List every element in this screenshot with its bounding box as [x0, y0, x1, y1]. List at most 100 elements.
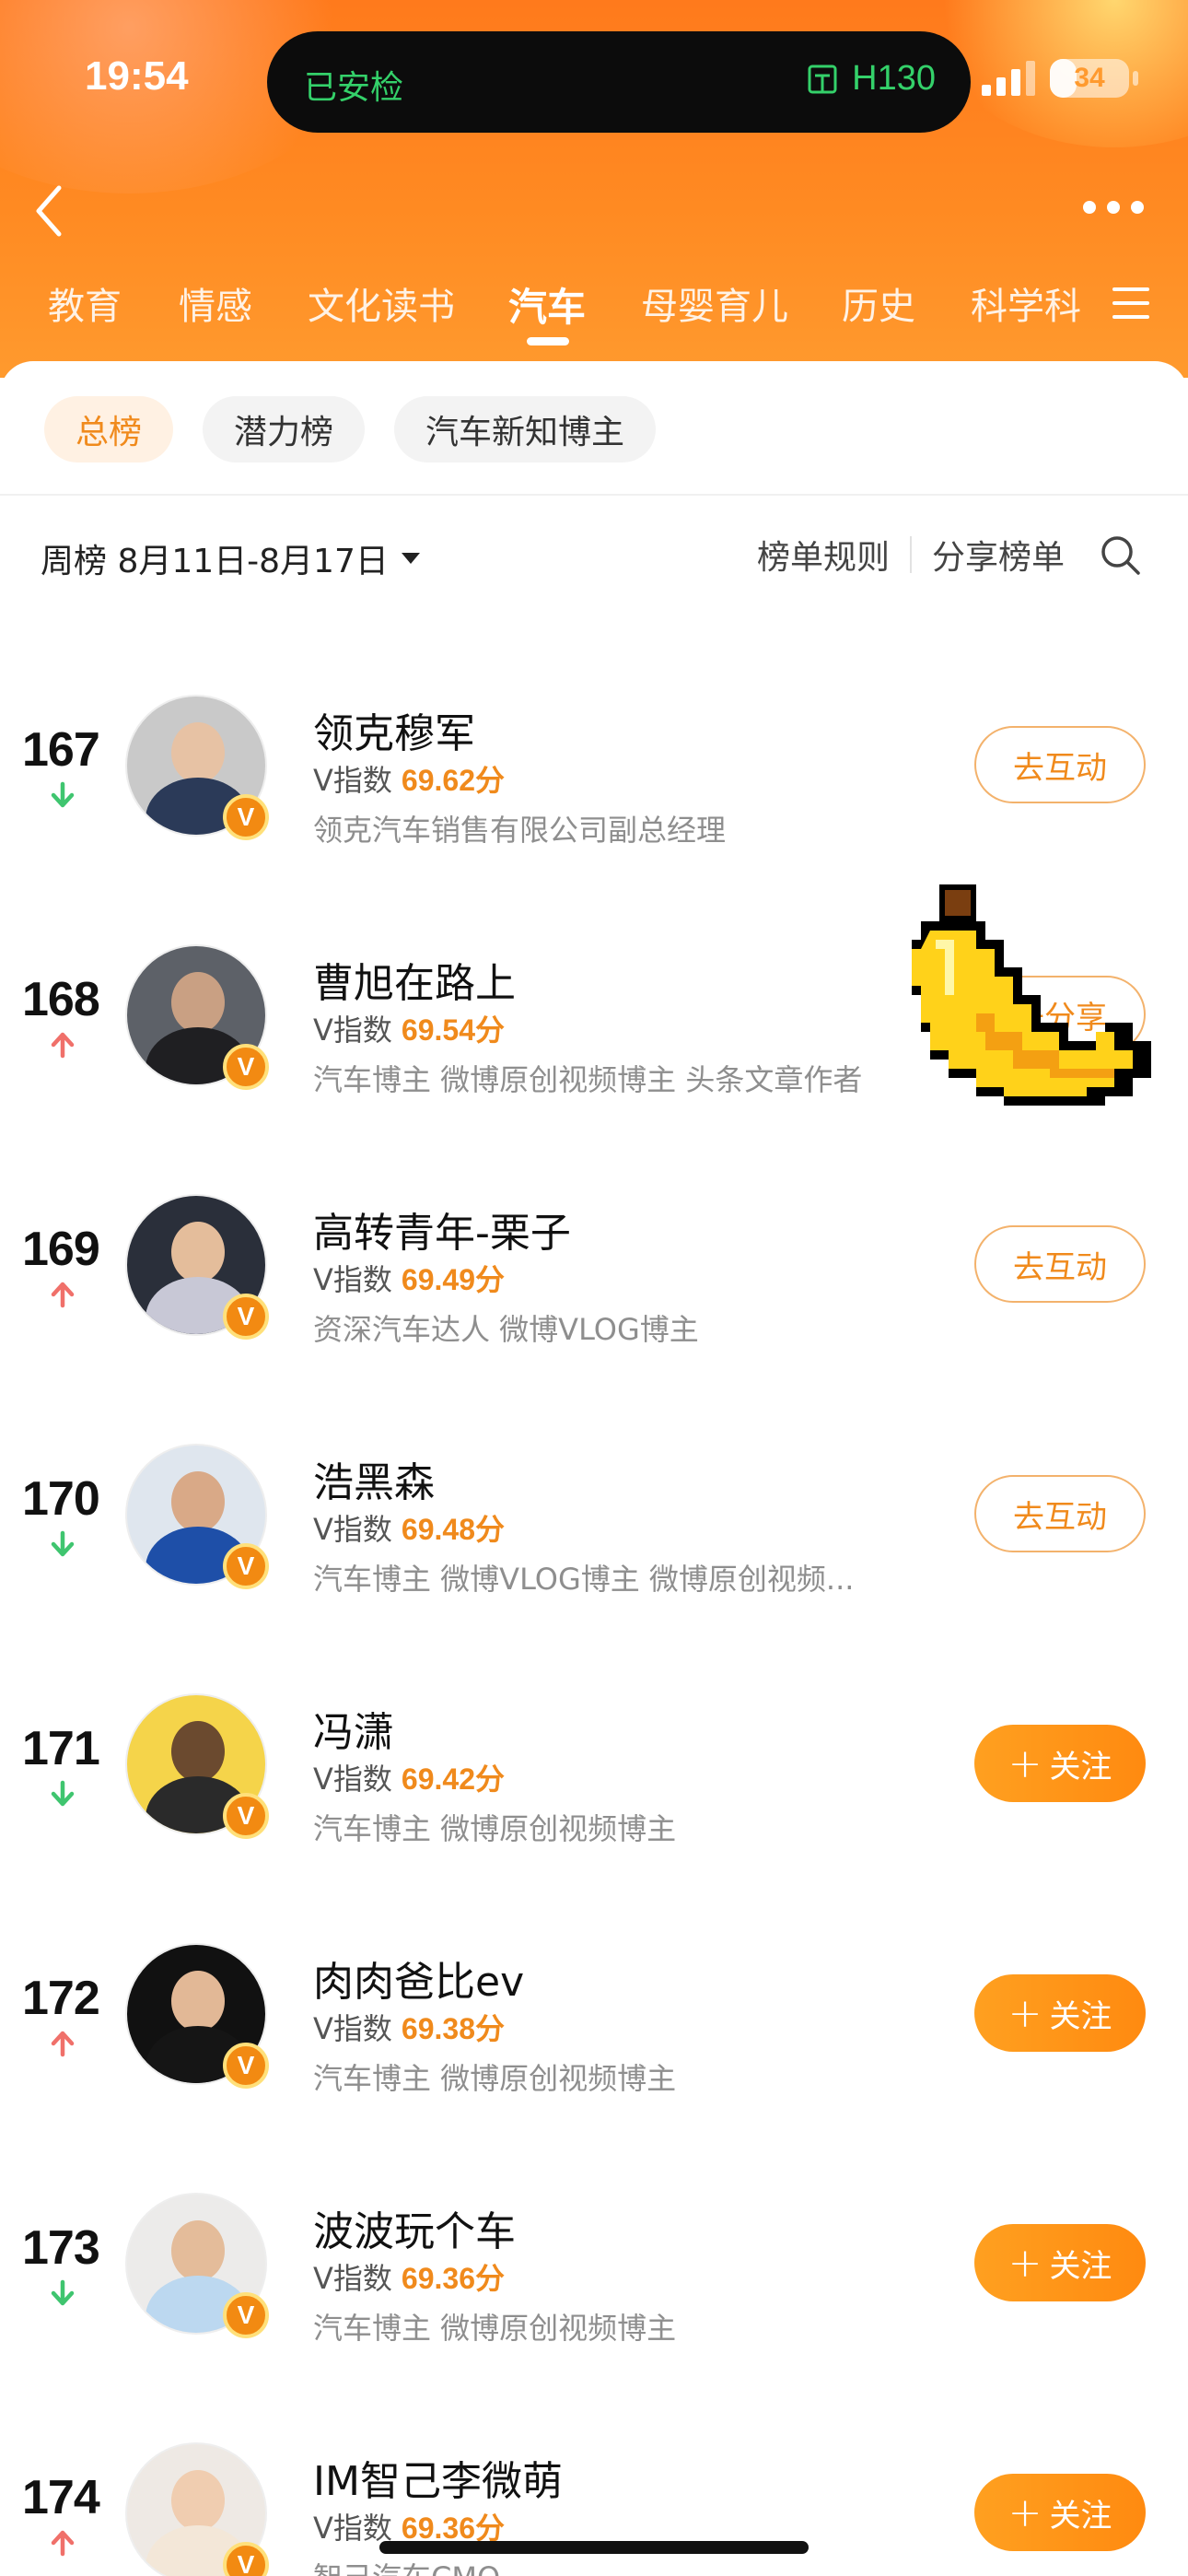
action-button[interactable]: +去互动	[974, 726, 1146, 803]
v-index-label: V指数	[313, 1262, 392, 1297]
chip-overall[interactable]: 总榜	[44, 396, 174, 463]
blogger-description: 资深汽车达人 微博VLOG博主	[313, 1312, 699, 1347]
blogger-name[interactable]: 波波玩个车	[313, 2198, 516, 2257]
status-time: 19:54	[85, 53, 189, 99]
blogger-description: 汽车博主 微博原创视频博主 头条文章作者	[313, 1062, 863, 1097]
back-arrow-icon[interactable]	[28, 181, 72, 241]
action-button-label: 关注	[1049, 2247, 1112, 2285]
verified-v-icon: V	[223, 794, 269, 840]
tab-parenting[interactable]: 母婴育儿	[641, 276, 788, 330]
blogger-name[interactable]: IM智己李微萌	[313, 2448, 563, 2507]
verified-v-icon: V	[223, 1044, 269, 1090]
tab-science[interactable]: 科学科	[971, 276, 1081, 330]
chip-auto-new-blogger[interactable]: 汽车新知博主	[394, 396, 657, 463]
v-index-label: V指数	[313, 1512, 392, 1547]
signal-icon	[982, 61, 1035, 96]
verified-v-icon: V	[223, 2292, 269, 2338]
trend-up-arrow-icon	[51, 1282, 75, 1308]
list-item[interactable]: 170 V 浩黑森 V指数 69.48分 汽车博主 微博VLOG博主 微博原创视频…	[0, 1405, 1188, 1617]
v-index: V指数 69.38分	[313, 2006, 505, 2048]
battery-tip	[1133, 71, 1138, 86]
list-item[interactable]: 167 V 领克穆军 V指数 69.62分 领克汽车销售有限公司副总经理 +去互动	[0, 656, 1188, 868]
v-index-label: V指数	[313, 763, 392, 798]
v-index-label: V指数	[313, 1013, 392, 1048]
tab-automotive[interactable]: 汽车	[508, 276, 586, 333]
share-link[interactable]: 分享榜单	[932, 531, 1065, 579]
verified-v-icon: V	[223, 1543, 269, 1589]
list-item[interactable]: 173 V 波波玩个车 V指数 69.36分 汽车博主 微博原创视频博主 + 关注	[0, 2154, 1188, 2366]
action-button-label: 关注	[1049, 1997, 1112, 2035]
rank-number: 169	[22, 1223, 100, 1276]
action-button[interactable]: + 关注	[974, 1974, 1146, 2052]
plus-icon: +	[1007, 1989, 1042, 2037]
plus-icon: +	[1007, 2488, 1042, 2536]
tab-history[interactable]: 历史	[842, 276, 915, 330]
plus-icon: +	[1007, 1739, 1042, 1787]
toolbar-separator	[909, 536, 912, 573]
action-button[interactable]: +去互动	[974, 1475, 1146, 1552]
battery-fill	[1050, 59, 1077, 98]
v-index-label: V指数	[313, 2011, 392, 2046]
chip-potential[interactable]: 潜力榜	[203, 396, 366, 463]
action-button-label: 关注	[1049, 1748, 1112, 1786]
rank-number: 170	[22, 1472, 100, 1526]
list-item[interactable]: 172 V 肉肉爸比ev V指数 69.38分 汽车博主 微博原创视频博主 + 关注	[0, 1904, 1188, 2116]
trend-up-arrow-icon	[51, 1032, 75, 1059]
trend-down-arrow-icon	[51, 1530, 75, 1557]
island-flight: H130	[804, 59, 936, 99]
v-index: V指数 69.49分	[313, 1257, 505, 1299]
blogger-name[interactable]: 冯潇	[313, 1699, 394, 1758]
list-item[interactable]: 169 V 高转青年-栗子 V指数 69.49分 资深汽车达人 微博VLOG博主 …	[0, 1155, 1188, 1367]
verified-v-icon: V	[223, 1294, 269, 1340]
rules-link[interactable]: 榜单规则	[757, 531, 890, 579]
action-button[interactable]: + 关注	[974, 2224, 1146, 2301]
v-index-label: V指数	[313, 1762, 392, 1797]
v-index-label: V指数	[313, 2261, 392, 2296]
blogger-name[interactable]: 领克穆军	[313, 700, 475, 759]
action-button[interactable]: +去互动	[974, 1225, 1146, 1303]
v-index-score: 69.36分	[401, 2262, 505, 2295]
caret-down-icon	[401, 553, 420, 564]
list-toolbar: 榜单规则 分享榜单	[757, 531, 1142, 579]
action-button-label: 去互动	[1013, 1498, 1107, 1536]
tab-emotion[interactable]: 情感	[179, 276, 252, 330]
rank-number: 171	[22, 1722, 100, 1775]
dynamic-island[interactable]: 已安检 H130	[267, 31, 971, 133]
tab-menu-icon[interactable]	[1112, 287, 1149, 319]
action-button[interactable]: + 关注	[974, 2474, 1146, 2551]
blogger-description: 汽车博主 微博原创视频博主	[313, 2061, 677, 2096]
board-type-chips: 总榜 潜力榜 汽车新知博主	[44, 396, 657, 463]
v-index: V指数 69.48分	[313, 1506, 505, 1549]
action-button-label: 去互动	[1013, 1248, 1107, 1286]
v-index: V指数 69.62分	[313, 757, 505, 800]
search-icon[interactable]	[1098, 533, 1142, 577]
home-indicator	[379, 2541, 809, 2554]
blogger-description: 汽车博主 微博原创视频博主	[313, 2311, 677, 2346]
tab-education[interactable]: 教育	[48, 276, 122, 330]
v-index-score: 69.42分	[401, 1762, 505, 1796]
v-index-score: 69.38分	[401, 2012, 505, 2045]
active-tab-indicator	[527, 337, 569, 345]
blogger-name[interactable]: 肉肉爸比ev	[313, 1949, 524, 2008]
blogger-name[interactable]: 高转青年-栗子	[313, 1200, 571, 1259]
blogger-description: 领克汽车销售有限公司副总经理	[313, 813, 727, 848]
rank-number: 174	[22, 2471, 100, 2524]
battery-percent: 34	[1074, 63, 1105, 93]
v-index-score: 69.62分	[401, 764, 505, 797]
blogger-name[interactable]: 浩黑森	[313, 1449, 435, 1508]
verified-v-icon: V	[223, 2542, 269, 2576]
v-index-score: 69.36分	[401, 2512, 505, 2545]
more-options-icon[interactable]	[1083, 193, 1151, 221]
list-item[interactable]: 171 V 冯潇 V指数 69.42分 汽车博主 微博原创视频博主 + 关注	[0, 1655, 1188, 1867]
plus-icon: +	[1007, 2239, 1042, 2287]
banana-sticker-icon	[912, 884, 1151, 1106]
blogger-description: 智己汽车CMO	[313, 2555, 500, 2576]
trend-up-arrow-icon	[51, 2530, 75, 2557]
tab-culture-reading[interactable]: 文化读书	[308, 276, 455, 330]
action-button[interactable]: + 关注	[974, 1725, 1146, 1802]
action-button-label: 去互动	[1013, 749, 1107, 787]
v-index-label: V指数	[313, 2511, 392, 2546]
blogger-name[interactable]: 曹旭在路上	[313, 950, 516, 1009]
boarding-icon	[808, 64, 837, 93]
period-selector[interactable]: 周榜 8月11日-8月17日	[41, 534, 420, 582]
